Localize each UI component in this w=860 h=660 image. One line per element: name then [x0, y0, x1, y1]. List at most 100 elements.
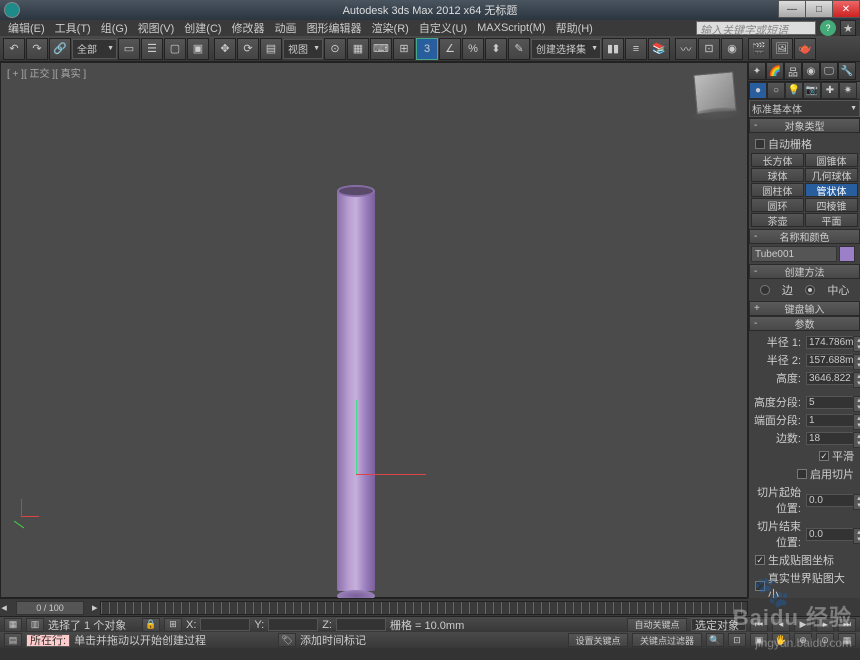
obj-tube[interactable]: 管状体 — [805, 183, 858, 197]
angle-snap-button[interactable]: ∠ — [439, 38, 461, 60]
obj-torus[interactable]: 圆环 — [751, 198, 804, 212]
goto-start-button[interactable]: ⏮ — [750, 618, 768, 632]
fov-button[interactable]: 🖐 — [772, 633, 790, 647]
obj-sphere[interactable]: 球体 — [751, 168, 804, 182]
lock-button[interactable]: ▦ — [4, 618, 22, 632]
obj-geosphere[interactable]: 几何球体 — [805, 168, 858, 182]
window-crossing-button[interactable]: ▣ — [187, 38, 209, 60]
selection-filter-dropdown[interactable]: 全部 — [72, 39, 117, 59]
tab-create[interactable]: ✦ — [748, 62, 766, 80]
y-coord-field[interactable] — [268, 618, 318, 631]
autogrid-checkbox[interactable] — [755, 139, 765, 149]
menu-tools[interactable]: 工具(T) — [51, 20, 95, 36]
rollout-creationmethod[interactable]: 创建方法 — [749, 264, 860, 279]
geometry-icon[interactable]: ● — [749, 82, 767, 99]
heightsegs-spinner[interactable]: 5 — [806, 396, 856, 409]
capsegs-spinner[interactable]: 1 — [806, 414, 856, 427]
undo-button[interactable]: ↶ — [3, 38, 25, 60]
height-spinner[interactable]: 3646.822 — [806, 372, 856, 385]
time-ruler[interactable] — [100, 601, 748, 615]
obj-cone[interactable]: 圆锥体 — [805, 153, 858, 167]
menu-maxscript[interactable]: MAXScript(M) — [473, 22, 549, 34]
edit-named-sel-button[interactable]: ✎ — [508, 38, 530, 60]
named-selection-dropdown[interactable]: 创建选择集 — [531, 39, 601, 59]
obj-pyramid[interactable]: 四棱锥 — [805, 198, 858, 212]
rotate-button[interactable]: ⟳ — [237, 38, 259, 60]
helpers-icon[interactable]: ✚ — [821, 82, 839, 99]
obj-plane[interactable]: 平面 — [805, 213, 858, 227]
snap-3d-button[interactable]: 3 — [416, 38, 438, 60]
keymode-dropdown[interactable]: 选定对象 — [691, 618, 746, 631]
menu-customize[interactable]: 自定义(U) — [415, 20, 471, 36]
rollout-keyboard[interactable]: 键盘输入 — [749, 301, 860, 316]
rollout-parameters[interactable]: 参数 — [749, 316, 860, 331]
align-button[interactable]: ≡ — [625, 38, 647, 60]
x-coord-field[interactable] — [200, 618, 250, 631]
menu-grapheditors[interactable]: 图形编辑器 — [303, 20, 366, 36]
play-button[interactable]: ▶ — [794, 618, 812, 632]
radius2-spinner[interactable]: 157.688m — [806, 354, 856, 367]
link-button[interactable]: 🔗 — [49, 38, 71, 60]
object-name-input[interactable] — [751, 246, 837, 262]
minimize-button[interactable]: — — [778, 0, 806, 18]
select-rect-button[interactable]: ▢ — [164, 38, 186, 60]
obj-teapot[interactable]: 茶壶 — [751, 213, 804, 227]
maximize-viewport-button[interactable]: ▦ — [838, 633, 856, 647]
pivot-button[interactable]: ⊙ — [324, 38, 346, 60]
genmap-checkbox[interactable] — [755, 555, 765, 565]
viewport-label[interactable]: [ + ][ 正交 ][ 真实 ] — [7, 65, 86, 80]
rendered-frame-button[interactable]: 🖼 — [771, 38, 793, 60]
menu-rendering[interactable]: 渲染(R) — [368, 20, 413, 36]
orbit-button[interactable]: ⊙ — [816, 633, 834, 647]
menu-animation[interactable]: 动画 — [271, 20, 301, 36]
pan-button[interactable]: ⊕ — [794, 633, 812, 647]
layers-button[interactable]: 📚 — [648, 38, 670, 60]
keyboard-shortcut-button[interactable]: ⌨ — [370, 38, 392, 60]
menu-edit[interactable]: 编辑(E) — [4, 20, 49, 36]
timetag-button[interactable]: 🏷 — [278, 633, 296, 647]
menu-modifiers[interactable]: 修改器 — [228, 20, 269, 36]
percent-snap-button[interactable]: % — [462, 38, 484, 60]
smooth-checkbox[interactable] — [819, 451, 829, 461]
rollout-objecttype[interactable]: 对象类型 — [749, 118, 860, 133]
trackbar-button[interactable]: ▥ — [26, 618, 44, 632]
keyfilter-button[interactable]: 关键点过滤器 — [632, 633, 702, 647]
tab-hierarchy[interactable]: 品 — [784, 62, 802, 80]
schematic-button[interactable]: ⊡ — [698, 38, 720, 60]
rollout-namecolor[interactable]: 名称和颜色 — [749, 229, 860, 244]
maximize-button[interactable]: □ — [805, 0, 833, 18]
lights-icon[interactable]: 💡 — [785, 82, 803, 99]
zoom-extents-button[interactable]: ▣ — [750, 633, 768, 647]
object-color-swatch[interactable] — [839, 246, 855, 262]
help-search-input[interactable]: 输入关键字或短语 — [696, 21, 816, 35]
goto-end-button[interactable]: ⏭ — [838, 618, 856, 632]
slicefrom-spinner[interactable]: 0.0 — [806, 494, 856, 507]
selection-lock-button[interactable]: ⊞ — [164, 618, 182, 632]
tab-display[interactable]: 🖵 — [820, 62, 838, 80]
timeline-prev-icon[interactable]: ◂ — [0, 601, 8, 614]
obj-box[interactable]: 长方体 — [751, 153, 804, 167]
sliceto-spinner[interactable]: 0.0 — [806, 528, 856, 541]
menu-group[interactable]: 组(G) — [97, 20, 132, 36]
radio-center[interactable] — [805, 285, 815, 295]
snap-2d-button[interactable]: ⊞ — [393, 38, 415, 60]
viewcube-icon[interactable] — [693, 71, 736, 114]
prev-frame-button[interactable]: ◂ — [772, 618, 790, 632]
category-dropdown[interactable]: 标准基本体 — [749, 100, 860, 117]
cameras-icon[interactable]: 📷 — [803, 82, 821, 99]
radio-edge[interactable] — [760, 285, 770, 295]
isolate-button[interactable]: 🔒 — [142, 618, 160, 632]
render-setup-button[interactable]: 🎬 — [748, 38, 770, 60]
viewport[interactable]: [ + ][ 正交 ][ 真实 ] — [0, 62, 748, 598]
refcoord-dropdown[interactable]: 视图 — [283, 39, 323, 59]
zoom-button[interactable]: 🔍 — [706, 633, 724, 647]
autokey-button[interactable]: 自动关键点 — [627, 618, 687, 632]
move-button[interactable]: ✥ — [214, 38, 236, 60]
infocenter-icon[interactable]: ? — [820, 20, 836, 36]
sliceon-checkbox[interactable] — [797, 469, 807, 479]
scale-button[interactable]: ▤ — [260, 38, 282, 60]
material-editor-button[interactable]: ◉ — [721, 38, 743, 60]
tab-modify[interactable]: 🌈 — [766, 62, 784, 80]
menu-help[interactable]: 帮助(H) — [552, 20, 597, 36]
menu-create[interactable]: 创建(C) — [180, 20, 225, 36]
